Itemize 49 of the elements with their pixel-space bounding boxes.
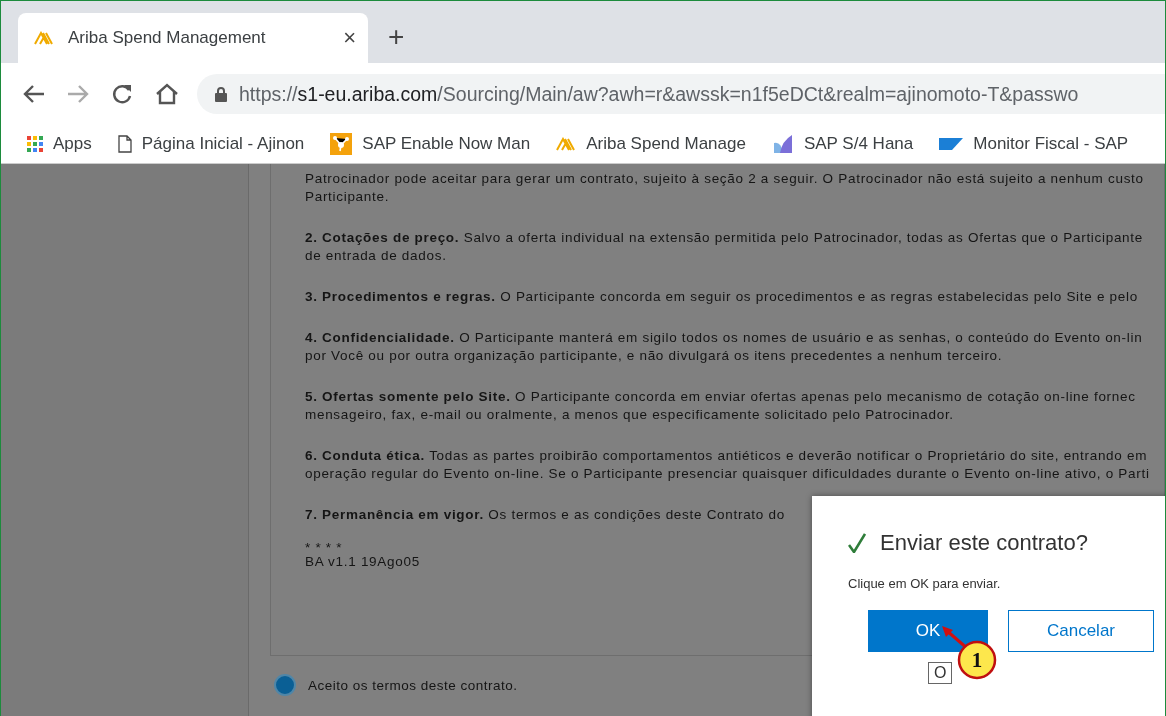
contract-text-line: mensageiro, fax, e-mail ou oralmente, a menos que especificamente solicitado pelo Patrocinador. <box>305 406 955 424</box>
back-icon[interactable] <box>23 84 45 104</box>
contract-text-line: 5. Ofertas somente pelo Site. O Participante concorda em enviar ofertas apenas pelo mecanismo de cotação on-line fornec <box>305 388 1137 406</box>
bookmark-item[interactable]: SAP Enable Now Man <box>330 133 531 155</box>
bookmark-item[interactable]: SAP S/4 Hana <box>771 133 914 155</box>
bookmark-label: Apps <box>53 134 92 154</box>
tab-title: Ariba Spend Management <box>68 28 267 48</box>
address-bar[interactable]: https://s1-eu.ariba.com/Sourcing/Main/aw?awh=r&awssk=n1f5eDCt&realm=ajinomoto-T&passwo <box>197 74 1165 114</box>
contract-text-line: * * * * <box>305 543 344 553</box>
radio-button[interactable] <box>274 674 296 696</box>
close-icon[interactable]: × <box>343 27 356 49</box>
contract-text-line: BA v1.1 19Ago05 <box>305 553 421 571</box>
checkmark-icon <box>848 533 866 553</box>
contract-text-line: Patrocinador pode aceitar para gerar um contrato, sujeito à seção 2 a seguir. O Patrocinador não está sujeito a nenhum custo <box>305 170 1145 188</box>
browser-tab[interactable]: Ariba Spend Management × <box>18 13 368 63</box>
page-icon <box>117 135 132 153</box>
apps-grid-icon <box>27 136 43 152</box>
petal-logo-icon <box>771 133 794 155</box>
bookmark-item[interactable]: Apps <box>27 134 92 154</box>
contract-text-line: 7. Permanência em vigor. Os termos e as condições deste Contrato do <box>305 506 786 524</box>
ariba-logo-icon <box>556 137 577 151</box>
ok-button[interactable]: OK <box>868 610 988 652</box>
contract-text-line: 2. Cotações de preço. Salvo a oferta individual na extensão permitida pelo Patrocinador, todas as Ofertas que o Participante <box>305 229 1144 247</box>
bookmark-label: Ariba Spend Manage <box>586 134 746 154</box>
tooltip: O <box>928 662 953 684</box>
bookmark-label: SAP S/4 Hana <box>803 134 914 154</box>
bookmark-item[interactable]: Monitor Fiscal - SAP <box>939 134 1129 154</box>
reload-icon[interactable] <box>111 83 133 105</box>
contract-text-line: 3. Procedimentos e regras. O Participante concorda em seguir os procedimentos e as regras estabelecidas pelo Site e pelo <box>305 288 1139 306</box>
contract-text-line: de entrada de dados. <box>305 247 448 265</box>
contract-text-line: 6. Conduta ética. Todas as partes proibirão comportamentos antiéticos e deverão notificar o Proprietário do site, entrando em <box>305 447 1149 465</box>
home-icon[interactable] <box>155 83 179 105</box>
contract-text-line: operação regular do Evento on-line. Se o Participante presenciar quaisquer dificuldades durante o Evento on-line ativo, o Parti <box>305 465 1151 483</box>
contract-text-line: Participante. <box>305 188 391 206</box>
bookmark-item[interactable]: Ariba Spend Manage <box>556 134 746 154</box>
url-text: https://s1-eu.ariba.com/Sourcing/Main/aw?awh=r&awssk=n1f5eDCt&realm=ajinomoto-T&passwo <box>239 82 1079 106</box>
contract-text-line: por Você ou por outra organização participante, e não divulgará os itens precedentes a nenhum terceiro. <box>305 347 1004 365</box>
network-icon <box>330 133 353 155</box>
new-tab-button[interactable]: + <box>388 23 405 51</box>
bookmark-label: SAP Enable Now Man <box>362 134 531 154</box>
accept-label: Aceito os termos deste contrato. <box>308 677 518 693</box>
dialog-title: Enviar este contrato? <box>880 530 1088 556</box>
contract-text-line: 4. Confidencialidade. O Participante manterá em sigilo todos os nomes de usuário e as senhas, o conteúdo do Evento on-lin <box>305 329 1144 347</box>
ariba-logo-icon <box>34 31 54 45</box>
bookmark-label: Monitor Fiscal - SAP <box>973 134 1129 154</box>
dialog-message: Clique em OK para enviar. <box>848 576 1002 591</box>
lock-icon <box>215 86 227 102</box>
sap-logo-icon <box>939 138 964 150</box>
cancel-button[interactable]: Cancelar <box>1008 610 1154 652</box>
